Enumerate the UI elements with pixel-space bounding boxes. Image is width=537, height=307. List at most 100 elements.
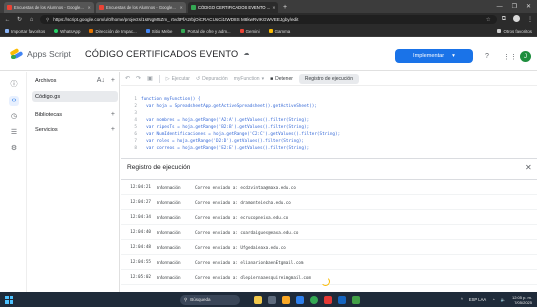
extensions-icon[interactable]: ⧉ [502, 16, 506, 23]
restore-icon[interactable]: ❐ [512, 3, 517, 10]
function-select[interactable]: myFunction ▾ [234, 76, 264, 82]
editor-icon[interactable]: ‹› [9, 96, 19, 106]
home-icon[interactable]: ⌂ [28, 17, 35, 23]
gemini-icon [239, 29, 244, 33]
libraries-header: Bibliotecas + [35, 111, 115, 118]
run-button[interactable]: ▷ Ejecutar [166, 76, 190, 82]
debug-button[interactable]: ↺ Depuración [196, 76, 228, 82]
browser-tab[interactable]: Encuestas de los Alumnos - Google... ✕ [4, 2, 94, 13]
minimize-icon[interactable]: — [497, 4, 503, 10]
reload-icon[interactable]: ↻ [16, 16, 23, 23]
site-icon [145, 29, 150, 33]
apps-grid-icon[interactable]: ⋮⋮ [503, 53, 517, 61]
save-icon[interactable]: ▣ [147, 75, 153, 82]
left-rail: ⓘ ‹› ◷ ☰ ⚙ [0, 72, 27, 292]
app-name: Apps Script [27, 48, 71, 59]
folder-icon [497, 29, 502, 33]
profile-icon[interactable] [513, 15, 520, 24]
browser-tab-active[interactable]: CÓDIGO CERTIFICADOS EVENTO ... ✕ [188, 2, 278, 13]
help-icon[interactable]: ? [485, 53, 489, 60]
close-icon[interactable]: ✕ [525, 163, 532, 172]
bookmark-import[interactable]: Importar favoritos [5, 29, 45, 34]
close-tab-icon[interactable]: ✕ [179, 5, 183, 10]
file-explorer-icon[interactable] [282, 295, 290, 304]
excel-icon[interactable] [352, 295, 360, 304]
apps-script-favicon-icon [191, 5, 196, 10]
bookmark-sitio-mebe[interactable]: Sitio Mebe [145, 29, 172, 34]
triggers-icon[interactable]: ◷ [9, 112, 19, 122]
execution-log-button[interactable]: Registro de ejecución [298, 73, 359, 84]
window-controls: — ❐ ✕ [497, 0, 537, 13]
clock[interactable]: 12:05 p. m. 7/05/2025 [512, 295, 532, 305]
stop-icon: ■ [270, 75, 274, 82]
bookmark-star-icon[interactable]: ☆ [486, 17, 491, 23]
bookmark-direccion[interactable]: Dirección de Impac... [89, 29, 137, 34]
volume-icon[interactable]: 🔈 [501, 297, 506, 303]
close-tab-icon[interactable]: ✕ [87, 5, 91, 10]
log-row: 12:04:21 Información Correo enviado a: ecd… [121, 180, 537, 195]
avatar[interactable]: J [520, 51, 531, 62]
search-icon: ⚲ [184, 296, 188, 302]
bookmark-portal[interactable]: Portal de ofre y adm... [181, 29, 231, 34]
sort-icon[interactable]: A↓ [97, 77, 105, 84]
redo-icon[interactable]: ↷ [136, 75, 141, 82]
apps-script-header: Apps Script CÓDIGO CERTIFICADOS EVENTO ☁… [0, 37, 537, 71]
whatsapp-icon [54, 29, 59, 33]
bookmark-gemini[interactable]: Gemini [239, 29, 260, 34]
code-editor[interactable]: 1 function myFunction() { 2 var hoja = Sp… [121, 90, 537, 154]
project-title[interactable]: CÓDIGO CERTIFICADOS EVENTO [85, 49, 238, 59]
language-indicator[interactable]: ESP LAA [469, 297, 486, 302]
debug-icon: ↺ [195, 75, 201, 82]
menu-icon[interactable]: ⋮ [527, 16, 533, 23]
apps-script-logo-icon [9, 47, 24, 60]
file-item-codigo[interactable]: Código.gs [32, 91, 118, 102]
taskbar-search[interactable]: ⚲ Búsqueda [180, 294, 240, 305]
chevron-down-icon: ▾ [452, 53, 455, 59]
windows-start-icon[interactable] [5, 295, 13, 304]
close-window-icon[interactable]: ✕ [526, 3, 531, 10]
tab-label: Encuestas de los Alumnos - Google... [14, 5, 84, 10]
other-bookmarks[interactable]: Otros favoritos [497, 29, 532, 34]
stop-button[interactable]: ■ Detener [270, 76, 293, 82]
word-icon[interactable] [338, 295, 346, 304]
loading-spinner-icon [321, 277, 330, 286]
sheets-favicon-icon [99, 5, 104, 10]
back-icon[interactable]: ← [4, 17, 11, 23]
site-info-icon[interactable]: ⚲ [46, 17, 49, 23]
office-icon[interactable] [324, 295, 332, 304]
add-file-icon[interactable]: + [111, 77, 115, 84]
url-text: https://script.google.com/u/0/home/proje… [53, 17, 299, 22]
code-line: 4 var nombres = hoja.getRange('A2:A').ge… [134, 118, 310, 123]
chevron-down-icon: ▾ [261, 75, 265, 82]
tab-label: CÓDIGO CERTIFICADOS EVENTO ... [198, 5, 271, 10]
executions-icon[interactable]: ☰ [9, 128, 19, 138]
log-title: Registro de ejecución [127, 164, 191, 171]
close-tab-icon[interactable]: ✕ [272, 5, 276, 10]
undo-icon[interactable]: ↶ [125, 75, 130, 82]
taskbar: ⚲ Búsqueda ^ ESP LAA ◔ 🔈 12:05 p. m. 7/0… [0, 292, 537, 307]
edge-icon[interactable] [296, 295, 304, 304]
log-row: 12:04:27 Información Correo enviado a: dra… [121, 195, 537, 210]
services-header: Servicios + [35, 126, 115, 133]
settings-icon[interactable]: ⚙ [9, 144, 19, 154]
add-service-icon[interactable]: + [111, 126, 115, 133]
info-icon[interactable]: ⓘ [9, 80, 19, 90]
files-panel: Archivos A↓ + Código.gs Bibliotecas + Se… [27, 72, 120, 292]
widgets-icon[interactable] [254, 295, 262, 304]
url-field[interactable]: ⚲ https://script.google.com/u/0/home/pro… [40, 15, 497, 24]
browser-tab[interactable]: Encuestas de los Alumnos - Google... ✕ [96, 2, 186, 13]
chevron-up-icon[interactable]: ^ [461, 297, 463, 302]
task-view-icon[interactable] [268, 295, 276, 304]
deploy-button[interactable]: Implementar ▾ [395, 49, 473, 63]
tab-label: Encuestas de los Alumnos - Google... [106, 5, 176, 10]
editor-toolbar: ↶ ↷ ▣ ▷ Ejecutar ↺ Depuración myFunction ▾ … [121, 72, 537, 86]
bookmark-whatsapp[interactable]: WhatsApp [54, 29, 80, 34]
chrome-icon[interactable] [310, 295, 318, 304]
bookmark-gamma[interactable]: Gamma [268, 29, 290, 34]
new-tab-button[interactable]: + [283, 2, 287, 13]
wifi-icon[interactable]: ◔ [492, 297, 495, 302]
gamma-icon [268, 29, 273, 33]
add-library-icon[interactable]: + [111, 111, 115, 118]
address-bar-row: ← ↻ ⌂ ⚲ https://script.google.com/u/0/ho… [0, 13, 537, 26]
log-row: 12:04:34 Información Correo enviado a: ecr… [121, 210, 537, 225]
